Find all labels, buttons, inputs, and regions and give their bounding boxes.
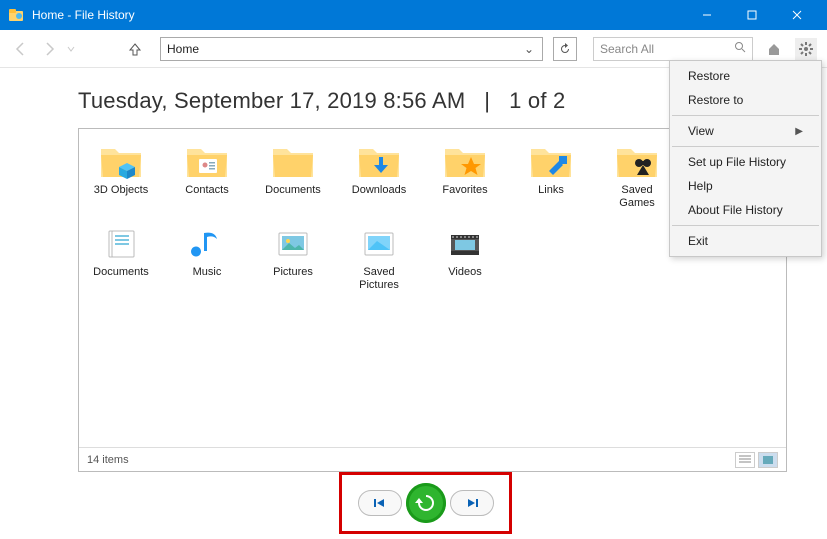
app-icon	[8, 7, 24, 23]
options-menu: Restore Restore to View▶ Set up File His…	[669, 60, 822, 257]
submenu-arrow-icon: ▶	[795, 126, 803, 137]
address-bar[interactable]: Home ⌄	[160, 37, 543, 61]
recent-dropdown-icon[interactable]	[66, 38, 76, 60]
chevron-down-icon[interactable]: ⌄	[522, 42, 536, 56]
version-controls-highlight	[339, 472, 512, 534]
maximize-button[interactable]	[729, 0, 774, 30]
folder-downloads[interactable]: Downloads	[345, 141, 413, 209]
gear-icon[interactable]	[795, 38, 817, 60]
search-icon	[734, 41, 746, 56]
menu-separator	[672, 115, 819, 116]
menu-view[interactable]: View▶	[670, 119, 821, 143]
search-input[interactable]: Search All	[593, 37, 753, 61]
home-icon[interactable]	[763, 38, 785, 60]
item-count: 14 items	[87, 454, 129, 466]
version-controls	[358, 487, 494, 519]
menu-help[interactable]: Help	[670, 174, 821, 198]
window-controls	[684, 0, 819, 30]
next-version-button[interactable]	[450, 490, 494, 516]
folder-favorites[interactable]: Favorites	[431, 141, 499, 209]
menu-setup-file-history[interactable]: Set up File History	[670, 150, 821, 174]
close-button[interactable]	[774, 0, 819, 30]
previous-version-button[interactable]	[358, 490, 402, 516]
menu-exit[interactable]: Exit	[670, 229, 821, 253]
window-title: Home - File History	[32, 8, 684, 22]
restore-button[interactable]	[406, 483, 446, 523]
library-documents[interactable]: Documents	[87, 223, 155, 291]
folder-contacts[interactable]: Contacts	[173, 141, 241, 209]
details-view-button[interactable]	[735, 452, 755, 468]
minimize-button[interactable]	[684, 0, 729, 30]
library-music[interactable]: Music	[173, 223, 241, 291]
search-placeholder: Search All	[600, 42, 734, 56]
status-bar: 14 items	[79, 447, 786, 471]
menu-restore-to[interactable]: Restore to	[670, 88, 821, 112]
up-button[interactable]	[124, 38, 146, 60]
large-icons-view-button[interactable]	[758, 452, 778, 468]
forward-button[interactable]	[38, 38, 60, 60]
library-pictures[interactable]: Pictures	[259, 223, 327, 291]
menu-separator	[672, 146, 819, 147]
folder-saved-games[interactable]: Saved Games	[603, 141, 671, 209]
address-value: Home	[167, 42, 199, 56]
library-saved-pictures[interactable]: Saved Pictures	[345, 223, 413, 291]
title-bar: Home - File History	[0, 0, 827, 30]
back-button[interactable]	[10, 38, 32, 60]
refresh-button[interactable]	[553, 37, 577, 61]
menu-restore[interactable]: Restore	[670, 64, 821, 88]
library-videos[interactable]: Videos	[431, 223, 499, 291]
folder-links[interactable]: Links	[517, 141, 585, 209]
menu-separator	[672, 225, 819, 226]
folder-3d-objects[interactable]: 3D Objects	[87, 141, 155, 209]
folder-documents[interactable]: Documents	[259, 141, 327, 209]
menu-about[interactable]: About File History	[670, 198, 821, 222]
